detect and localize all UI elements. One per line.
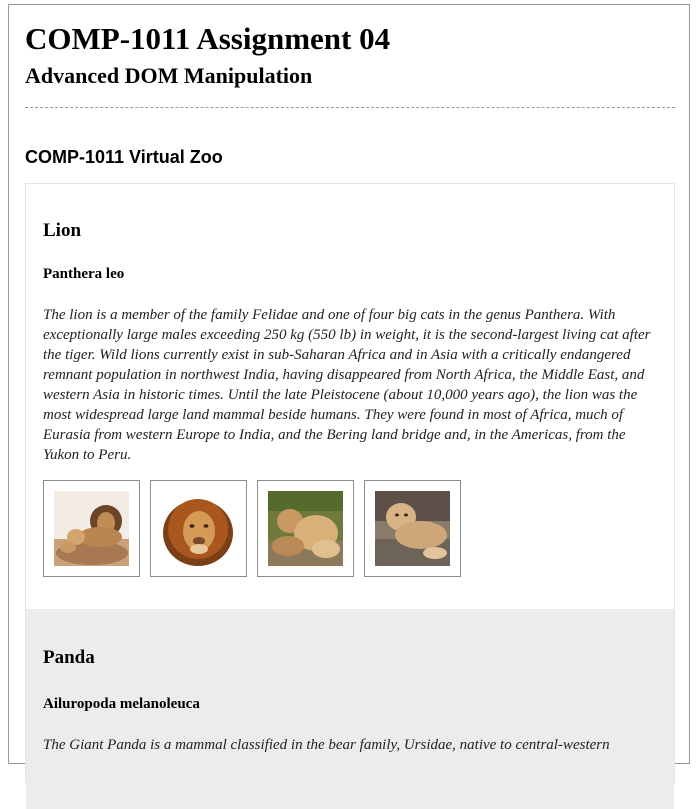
lion-thumbnail-2[interactable] xyxy=(150,480,247,577)
dashed-divider xyxy=(25,107,675,108)
lion-family-photo xyxy=(54,491,129,566)
animal-description: The lion is a member of the family Felid… xyxy=(43,307,651,463)
lion-thumbnail-3[interactable] xyxy=(257,480,354,577)
page-title: COMP-1011 Assignment 04 xyxy=(25,21,391,56)
animal-name: Panda xyxy=(43,647,95,668)
scientific-name: Panthera leo xyxy=(43,266,125,282)
lion-male-portrait-photo xyxy=(161,491,236,566)
zoo-heading: COMP-1011 Virtual Zoo xyxy=(25,147,223,167)
page-subtitle: Advanced DOM Manipulation xyxy=(25,63,313,88)
scientific-name: Ailuropoda melanoleuca xyxy=(43,696,200,712)
animal-name: Lion xyxy=(43,220,82,241)
zoo-container: Lion Panthera leo The lion is a member o… xyxy=(25,183,675,809)
lion-thumbnail-1[interactable] xyxy=(43,480,140,577)
lion-thumbnail-4[interactable] xyxy=(364,480,461,577)
assignment-page: COMP-1011 Assignment 04 Advanced DOM Man… xyxy=(8,4,690,809)
animal-description: The Giant Panda is a mammal classified i… xyxy=(43,737,610,753)
lion-cub-on-log-photo xyxy=(375,491,450,566)
animal-card-lion: Lion Panthera leo The lion is a member o… xyxy=(26,184,674,609)
animal-card-panda: Panda Ailuropoda melanoleuca The Giant P… xyxy=(26,609,674,809)
lioness-with-cubs-photo xyxy=(268,491,343,566)
